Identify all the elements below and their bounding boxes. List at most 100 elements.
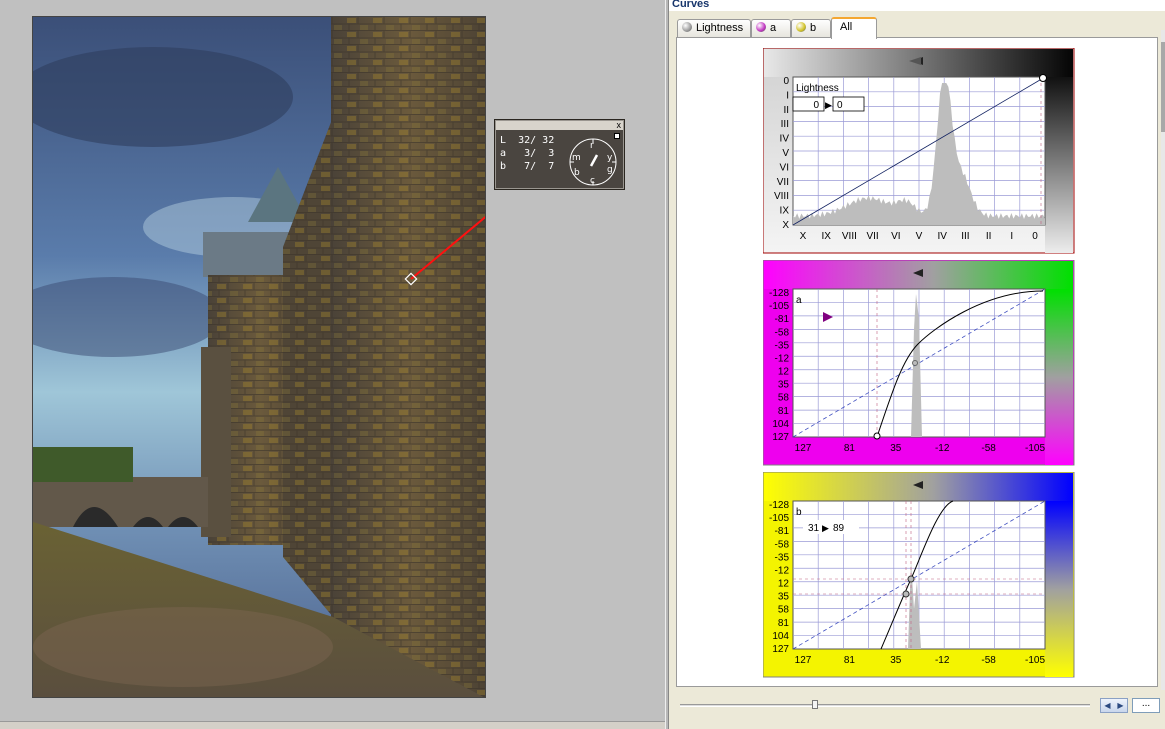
a-y-tick-label: 12 [778, 367, 790, 378]
dial-letter-r: r [590, 141, 594, 151]
a-y-tick-label: 58 [778, 393, 790, 404]
a-y-tick-label: 127 [772, 432, 789, 443]
lgt-y-tick-label: 0 [783, 76, 789, 87]
b-point-in: 31 [808, 523, 820, 534]
b-y-tick-label: -35 [775, 552, 790, 563]
lightness-curve-box[interactable]: 0 I II III IV V VI VII VIII IX X X IX VIII VII VI V IV II… [763, 48, 1075, 254]
lgt-x-tick-label: II [986, 231, 992, 242]
magenta-green-sphere-icon [756, 22, 766, 32]
b-x-tick-label: -12 [935, 655, 950, 666]
readout-channel-L: L [500, 135, 507, 146]
spin-left-icon[interactable]: ◀ [1101, 699, 1114, 712]
hue-dial-icon: r y g c b m [569, 138, 617, 186]
lgt-x-tick-label: 0 [1032, 231, 1038, 242]
lgt-x-tick-label: VIII [842, 231, 857, 242]
readout-b-after: 7 [548, 161, 555, 172]
readout-channel-b: b [500, 161, 507, 172]
lgt-x-tick-label: VI [891, 231, 900, 242]
lgt-x-tick-label: III [961, 231, 969, 242]
b-y-tick-label: -12 [775, 565, 790, 576]
readout-channel-a: a [500, 148, 507, 159]
a-y-tick-label: -105 [769, 301, 789, 312]
a-x-tick-label: 127 [795, 443, 812, 454]
b-x-tick-label: -58 [981, 655, 996, 666]
color-readout-window[interactable]: x L 32/ 32 a 3/ 3 b 7/ 7 r y g c b m [495, 120, 624, 189]
gray-sphere-icon [682, 22, 692, 32]
tab-lightness[interactable]: Lightness [677, 19, 751, 38]
lgt-y-tick-label: VIII [774, 191, 789, 202]
spin-buttons[interactable]: ◀ ▶ [1100, 698, 1128, 713]
zoom-slider[interactable] [680, 704, 1090, 707]
lgt-y-tick-label: III [781, 119, 789, 130]
tab-all[interactable]: All [831, 17, 877, 39]
b-y-tick-label: -81 [775, 526, 790, 537]
lgt-x-tick-label: V [916, 231, 923, 242]
panel-scrollbar[interactable] [1161, 30, 1165, 690]
a-y-tick-label: -35 [775, 340, 790, 351]
readout-L-after: 32 [542, 135, 555, 146]
scrollbar-thumb[interactable] [1161, 42, 1165, 132]
a-x-tick-label: 35 [890, 443, 902, 454]
a-curve-box[interactable]: -128 -105 -81 -58 -35 -12 12 35 58 81 104 127 127 81… [763, 260, 1075, 466]
lgt-x-tick-label: X [800, 231, 807, 242]
b-curve-box[interactable]: -128 -105 -81 -58 -35 -12 12 35 58 81 104 127 127 81… [763, 472, 1075, 678]
image-canvas[interactable]: x L 32/ 32 a 3/ 3 b 7/ 7 r y g c b m [0, 0, 665, 721]
b-arrow-icon: ▶ [822, 524, 829, 534]
b-curve-point[interactable] [902, 590, 910, 598]
tab-b[interactable]: b [791, 19, 831, 38]
yellow-blue-sphere-icon [796, 22, 806, 32]
lightness-plot[interactable] [792, 74, 1047, 226]
curves-panel: Curves Lightness a b All 0 I II III IV V… [669, 0, 1165, 729]
spin-right-icon[interactable]: ▶ [1114, 699, 1127, 712]
lightness-curve-point[interactable] [1039, 74, 1047, 82]
a-curve-point[interactable] [912, 360, 918, 366]
b-x-tick-label: 81 [844, 655, 856, 666]
b-point-out: 89 [833, 523, 845, 534]
readout-b-before: 7 [524, 161, 531, 172]
close-icon[interactable]: x [617, 119, 622, 131]
b-y-tick-label: 127 [772, 644, 789, 655]
b-curve-point[interactable] [907, 575, 915, 583]
b-x-tick-label: 127 [795, 655, 812, 666]
dial-letter-y: y [607, 153, 613, 163]
tab-content: 0 I II III IV V VI VII VIII IX X X IX VIII VII VI V IV II… [676, 37, 1158, 687]
lgt-x-tick-label: VII [866, 231, 878, 242]
b-y-tick-label: 35 [778, 592, 790, 603]
zoom-slider-thumb[interactable] [812, 700, 818, 709]
b-y-tick-label: -128 [769, 500, 789, 511]
lgt-x-tick-label: I [1010, 231, 1013, 242]
a-plot[interactable] [792, 288, 1046, 440]
lgt-y-tick-label: I [786, 90, 789, 101]
readout-L-before: 32 [518, 135, 531, 146]
lgt-y-tick-label: VI [780, 162, 789, 173]
lgt-y-tick-label: II [783, 105, 789, 116]
lgt-y-tick-label: IX [780, 206, 790, 217]
b-y-tick-label: 12 [778, 579, 790, 590]
a-x-tick-label: -105 [1025, 443, 1045, 454]
readout-titlebar[interactable]: x [496, 119, 623, 131]
dial-letter-b: b [574, 168, 580, 178]
more-button[interactable]: ... [1132, 698, 1160, 713]
a-y-tick-label: -128 [769, 288, 789, 299]
readout-a-after: 3 [548, 148, 555, 159]
tab-label: Lightness [696, 22, 744, 34]
dial-letter-m: m [572, 153, 581, 163]
a-curve-point[interactable] [873, 432, 881, 440]
b-y-tick-label: 58 [778, 605, 790, 616]
castle-photo[interactable] [32, 16, 486, 698]
dial-letter-c: c [590, 176, 595, 186]
b-y-tick-label: 81 [778, 618, 790, 629]
lgt-y-tick-label: X [782, 220, 789, 231]
dial-letter-g: g [607, 165, 613, 175]
a-x-tick-label: -58 [981, 443, 996, 454]
a-x-tick-label: -12 [935, 443, 950, 454]
a-y-tick-label: -58 [775, 327, 790, 338]
a-label: a [796, 295, 802, 306]
bottom-toolbar: ◀ ▶ ... [674, 694, 1160, 716]
lightness-arrow-icon: ▶ [825, 101, 832, 111]
lightness-input-field[interactable] [792, 96, 825, 112]
tab-label: a [770, 22, 777, 34]
lgt-x-tick-label: IX [821, 231, 831, 242]
tab-a[interactable]: a [751, 19, 791, 38]
lightness-label: Lightness [796, 83, 839, 94]
